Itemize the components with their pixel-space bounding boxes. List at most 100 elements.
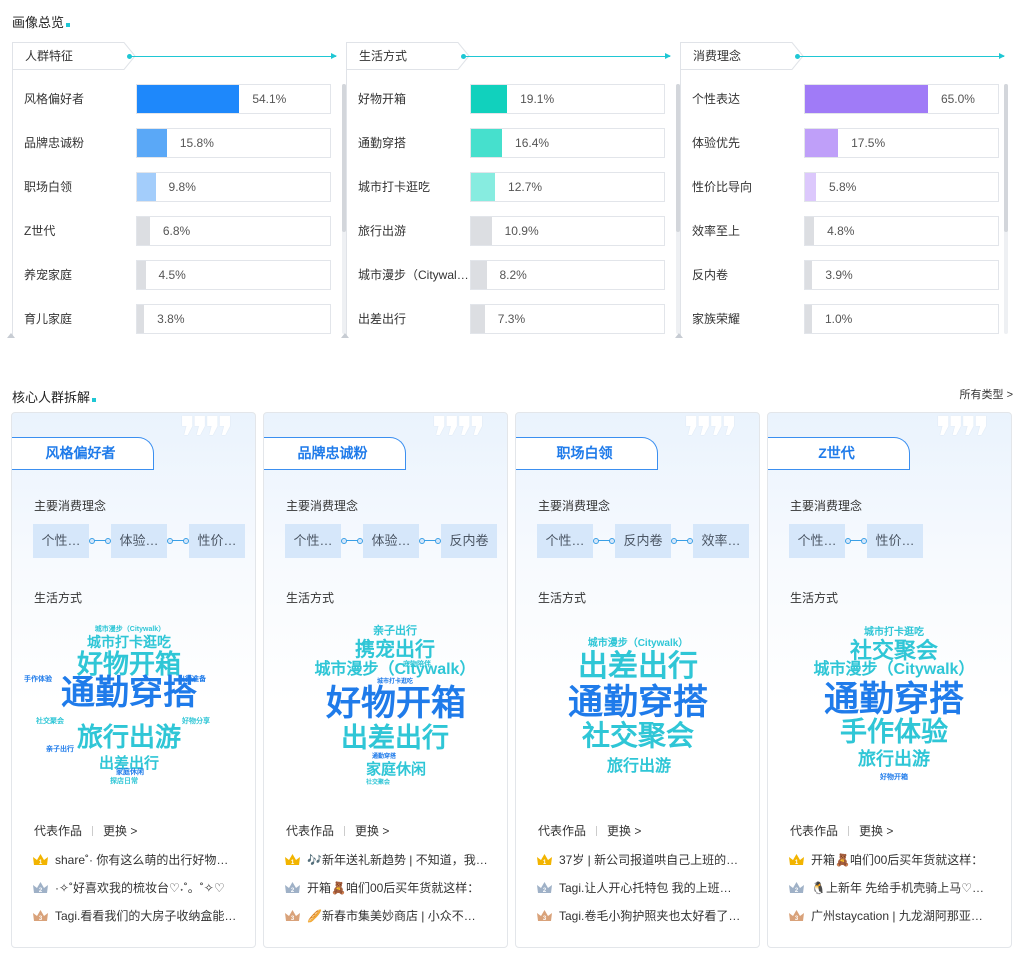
work-item[interactable]: 2 🐧上新年 先给手机壳骑上马♡… <box>788 878 1000 898</box>
cloud-word[interactable]: 城市漫步（Citywalk） <box>588 639 689 649</box>
cloud-word[interactable]: 好物开箱 <box>326 686 466 721</box>
overview-list: 风格偏好者 54.1% 品牌忠诚粉 15.8% 职场白领 9.8% Z世代 6.8% 养宠家庭 4… <box>12 70 344 338</box>
overview-row[interactable]: 城市打卡逛吃 12.7% <box>347 172 677 202</box>
cloud-word[interactable]: 出差出行 <box>578 652 698 682</box>
cloud-word[interactable]: 城市打卡逛吃 <box>864 628 924 638</box>
overview-row[interactable]: 家族荣耀 1.0% <box>681 304 1011 334</box>
cloud-word[interactable]: 通勤穿搭 <box>61 676 197 710</box>
overview-row[interactable]: 旅行出游 10.9% <box>347 216 677 246</box>
bar-track: 6.8% <box>136 216 331 246</box>
cloud-word[interactable]: 家庭休闲 <box>366 762 426 777</box>
consume-chip[interactable]: 反内卷 <box>615 524 671 558</box>
consume-chip[interactable]: 个性… <box>285 524 341 558</box>
cloud-word[interactable]: 出差出行 <box>341 725 449 752</box>
work-item[interactable]: 3 Tagi.卷毛小狗护照夹也太好看了… <box>536 906 748 926</box>
cloud-word[interactable]: 旅行出游 <box>77 724 181 750</box>
cloud-word[interactable]: 社交聚会 <box>366 780 390 786</box>
overview-tab[interactable]: 生活方式 <box>346 42 458 70</box>
work-item[interactable]: 3 广州staycation | 九龙湖阿那亚… <box>788 906 1000 926</box>
cloud-word[interactable]: 旅行出游 <box>607 759 671 775</box>
cloud-word[interactable]: 城市漫步（Citywalk） <box>315 662 476 678</box>
overview-row[interactable]: 养宠家庭 4.5% <box>13 260 343 290</box>
bar-percent: 9.8% <box>168 180 196 194</box>
consume-chip[interactable]: 效率… <box>693 524 749 558</box>
overview-row[interactable]: 通勤穿搭 16.4% <box>347 128 677 158</box>
divider <box>848 826 850 836</box>
scroll-up-icon[interactable] <box>675 333 683 338</box>
consume-chip[interactable]: 反内卷 <box>441 524 497 558</box>
overview-row[interactable]: 城市漫步（Citywalk） 8.2% <box>347 260 677 290</box>
cloud-word[interactable]: 好物开箱 <box>880 774 908 781</box>
bar-percent: 19.1% <box>520 92 555 106</box>
overview-row[interactable]: 职场白领 9.8% <box>13 172 343 202</box>
overview-row[interactable]: 效率至上 4.8% <box>681 216 1011 246</box>
cloud-word[interactable]: 家庭休闲 <box>116 769 144 776</box>
consume-chip[interactable]: 个性… <box>789 524 845 558</box>
consume-chip[interactable]: 个性… <box>537 524 593 558</box>
change-button[interactable]: 更换 > <box>859 824 893 838</box>
scrollbar-thumb[interactable] <box>1004 84 1008 232</box>
overview-row[interactable]: 性价比导向 5.8% <box>681 172 1011 202</box>
work-item[interactable]: 2 ·✧˚好喜欢我的梳妆台♡˖˚。˚✧♡ <box>32 878 244 898</box>
overview-row[interactable]: 好物开箱 19.1% <box>347 84 677 114</box>
consume-chip[interactable]: 个性… <box>33 524 89 558</box>
cloud-word[interactable]: 手作体验 <box>840 719 948 746</box>
works-label: 代表作品 <box>538 824 587 838</box>
cloud-word[interactable]: 社交聚会 <box>36 718 64 725</box>
crown-gold-icon: 1 <box>537 854 552 866</box>
change-button[interactable]: 更换 > <box>103 824 137 838</box>
divider <box>596 826 598 836</box>
cloud-word[interactable]: 社交聚会 <box>582 722 694 750</box>
overview-row[interactable]: 反内卷 3.9% <box>681 260 1011 290</box>
change-button[interactable]: 更换 > <box>355 824 389 838</box>
chip-link-icon <box>593 538 615 544</box>
cloud-word[interactable]: 城市漫步（Citywalk） <box>814 662 975 678</box>
crown-bronze-icon: 3 <box>537 910 552 922</box>
crown-silver-icon: 2 <box>789 882 804 894</box>
overview-row[interactable]: 出差出行 7.3% <box>347 304 677 334</box>
cloud-word[interactable]: 旅行出游 <box>858 750 930 768</box>
work-item[interactable]: 1 37岁 | 新公司报道哄自己上班的… <box>536 850 748 870</box>
overview-row[interactable]: 品牌忠诚粉 15.8% <box>13 128 343 158</box>
work-item[interactable]: 1 🎶新年送礼新趋势 | 不知道，我… <box>284 850 496 870</box>
consume-chip[interactable]: 体验… <box>111 524 167 558</box>
cloud-word[interactable]: 亲子出行 <box>46 746 74 753</box>
consume-chip[interactable]: 体验… <box>363 524 419 558</box>
cloud-word[interactable]: 携宠出行 <box>355 640 435 660</box>
work-item[interactable]: 3 🥖新春市集美妙商店 | 小众不… <box>284 906 496 926</box>
cloud-word[interactable]: 城市漫步（Citywalk） <box>95 626 165 633</box>
cloud-word[interactable]: 通勤穿搭 <box>824 682 964 717</box>
scroll-up-icon[interactable] <box>7 333 15 338</box>
overview-tab[interactable]: 消费理念 <box>680 42 792 70</box>
crown-gold-icon: 1 <box>285 854 300 866</box>
cloud-word[interactable]: 通勤穿搭 <box>568 685 708 720</box>
cloud-word[interactable]: 城市打卡逛吃 <box>87 635 171 649</box>
work-title: share˚· 你有这么萌的出行好物… <box>55 853 229 867</box>
overview-row[interactable]: 风格偏好者 54.1% <box>13 84 343 114</box>
work-item[interactable]: 2 Tagi.让人开心托特包 我的上班… <box>536 878 748 898</box>
cloud-word[interactable]: 亲子出行 <box>373 626 417 637</box>
work-item[interactable]: 1 开箱🧸咱们00后买年货就这样： <box>788 850 1000 870</box>
overview-row[interactable]: Z世代 6.8% <box>13 216 343 246</box>
overview-row[interactable]: 体验优先 17.5% <box>681 128 1011 158</box>
row-label: 家族荣耀 <box>692 312 741 326</box>
bar-track: 17.5% <box>804 128 999 158</box>
consume-chips: 个性… 性价… <box>789 524 1004 558</box>
cloud-word[interactable]: 社交聚会 <box>850 640 938 662</box>
work-item[interactable]: 1 share˚· 你有这么萌的出行好物… <box>32 850 244 870</box>
work-item[interactable]: 2 开箱🧸咱们00后买年货就这样： <box>284 878 496 898</box>
overview-tab[interactable]: 人群特征 <box>12 42 124 70</box>
overview-row[interactable]: 育儿家庭 3.8% <box>13 304 343 334</box>
scroll-up-icon[interactable] <box>341 333 349 338</box>
cloud-word[interactable]: 手作体验 <box>24 676 52 683</box>
cloud-word[interactable]: 探店日常 <box>110 778 138 785</box>
work-item[interactable]: 3 Tagi.看看我们的大房子收纳盒能… <box>32 906 244 926</box>
consume-chip[interactable]: 性价… <box>189 524 245 558</box>
change-button[interactable]: 更换 > <box>607 824 641 838</box>
cloud-word[interactable]: 通勤穿搭 <box>372 754 396 760</box>
bar-percent: 8.2% <box>499 268 527 282</box>
overview-row[interactable]: 个性表达 65.0% <box>681 84 1011 114</box>
all-types-link[interactable]: 所有类型 > <box>960 386 1013 402</box>
cloud-word[interactable]: 好物分享 <box>182 718 210 725</box>
consume-chip[interactable]: 性价… <box>867 524 923 558</box>
